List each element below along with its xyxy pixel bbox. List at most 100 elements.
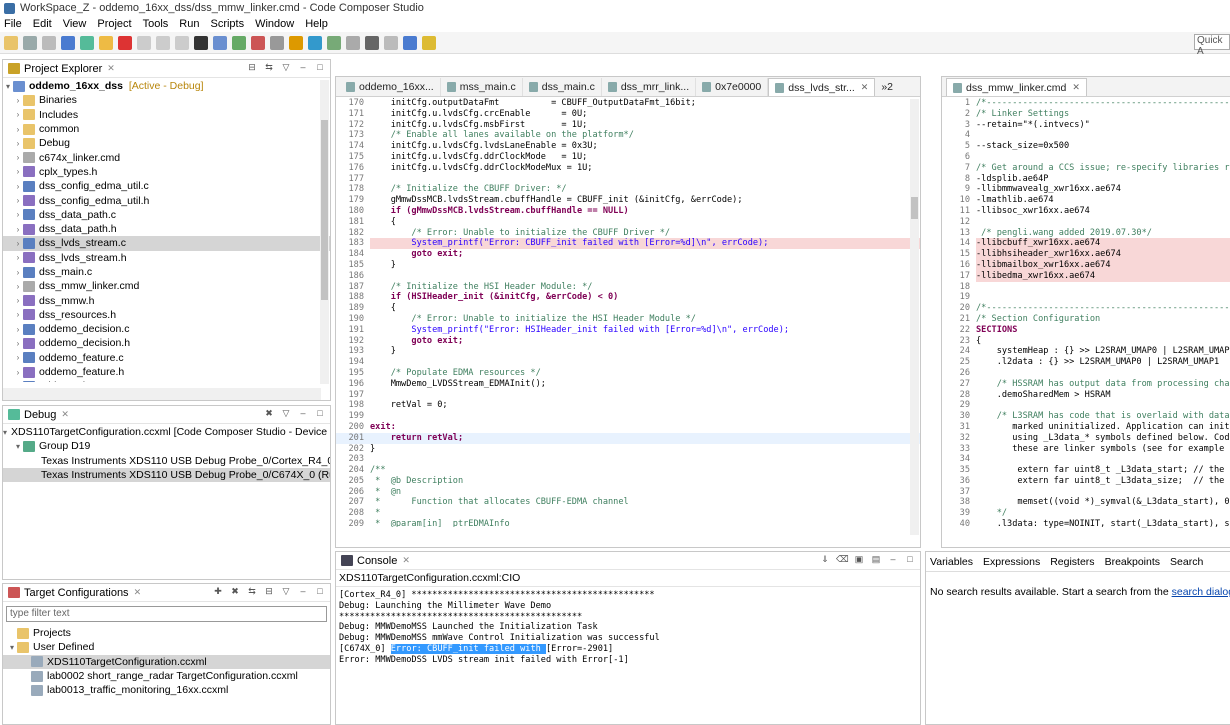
- expand-arrow-icon[interactable]: ›: [13, 239, 23, 248]
- project-item[interactable]: › dss_lvds_stream.h: [3, 251, 330, 265]
- projects-folder[interactable]: Projects: [3, 626, 330, 640]
- expand-arrow-icon[interactable]: ›: [13, 353, 23, 362]
- build-icon[interactable]: [289, 35, 303, 50]
- tab-registers[interactable]: Registers: [1050, 556, 1094, 568]
- quick-access-input[interactable]: Quick A: [1194, 34, 1230, 57]
- menu-scripts[interactable]: Scripts: [210, 18, 244, 30]
- step-over-icon[interactable]: [156, 35, 170, 50]
- settings-icon[interactable]: [327, 35, 341, 50]
- minimize-icon[interactable]: –: [297, 62, 309, 74]
- menu-view[interactable]: View: [63, 18, 87, 30]
- tab-variables[interactable]: Variables: [930, 556, 973, 568]
- project-explorer-title[interactable]: Project Explorer: [24, 63, 102, 75]
- ccxml-file[interactable]: XDS110TargetConfiguration.ccxml: [3, 654, 330, 669]
- maximize-icon[interactable]: □: [314, 62, 326, 74]
- scroll-thumb[interactable]: [321, 120, 328, 300]
- scroll-thumb[interactable]: [911, 197, 918, 219]
- code-area[interactable]: 170 initCfg.outputDataFmt = CBUFF_Output…: [336, 97, 920, 527]
- connect-icon[interactable]: [232, 35, 246, 50]
- scroll-lock-icon[interactable]: ⇓: [819, 554, 831, 566]
- run-icon[interactable]: [308, 35, 322, 50]
- close-icon[interactable]: ✕: [61, 409, 69, 420]
- debug-core-row[interactable]: Texas Instruments XDS110 USB Debug Probe…: [3, 454, 330, 468]
- tab-search[interactable]: Search: [1170, 556, 1203, 568]
- tab-breakpoints[interactable]: Breakpoints: [1105, 556, 1160, 568]
- pin-icon[interactable]: [422, 35, 436, 50]
- selected-text[interactable]: Error: CBUFF_init failed with: [390, 643, 546, 654]
- expand-arrow-icon[interactable]: ›: [13, 182, 23, 191]
- project-root[interactable]: ▾ oddemo_16xx_dss [Active - Debug]: [3, 79, 330, 93]
- minimize-icon[interactable]: –: [297, 586, 309, 598]
- step-return-icon[interactable]: [175, 35, 189, 50]
- project-item[interactable]: › dss_mmw_linker.cmd: [3, 279, 330, 293]
- menu-tools[interactable]: Tools: [143, 18, 169, 30]
- collapse-all-icon[interactable]: ⊟: [263, 586, 275, 598]
- link-editor-icon[interactable]: ⇆: [263, 62, 275, 74]
- expand-arrow-icon[interactable]: ›: [13, 196, 23, 205]
- horizontal-scrollbar[interactable]: [3, 388, 321, 400]
- view-menu-icon[interactable]: ▽: [280, 62, 292, 74]
- expand-arrow-icon[interactable]: ›: [13, 368, 23, 377]
- debug-group-row[interactable]: ▾ Group D19: [3, 439, 330, 453]
- step-into-icon[interactable]: [137, 35, 151, 50]
- debug-config-row[interactable]: ▾ XDS110TargetConfiguration.ccxml [Code C…: [3, 425, 330, 439]
- project-item[interactable]: › dss_resources.h: [3, 308, 330, 322]
- minimize-icon[interactable]: –: [297, 408, 309, 420]
- search-icon[interactable]: [403, 35, 417, 50]
- project-item[interactable]: › Binaries: [3, 93, 330, 107]
- project-item[interactable]: ›oddemo_heatmap.c: [3, 379, 330, 382]
- close-icon[interactable]: ✕: [861, 82, 869, 93]
- tab-memory[interactable]: 0x7e0000: [696, 78, 769, 96]
- terminate-icon[interactable]: [118, 35, 132, 50]
- minimize-icon[interactable]: –: [887, 554, 899, 566]
- project-item[interactable]: › dss_data_path.c: [3, 208, 330, 222]
- expand-arrow-icon[interactable]: ›: [13, 339, 23, 348]
- remove-all-icon[interactable]: ✖: [263, 408, 275, 420]
- hammer-icon[interactable]: [365, 35, 379, 50]
- ccxml-file[interactable]: lab0013_traffic_monitoring_16xx.ccxml: [3, 683, 330, 697]
- project-item[interactable]: › oddemo_decision.h: [3, 336, 330, 350]
- close-icon[interactable]: ✕: [1072, 82, 1080, 93]
- expand-arrow-icon[interactable]: ›: [13, 253, 23, 262]
- expand-arrow-icon[interactable]: ›: [13, 296, 23, 305]
- project-item[interactable]: › Includes: [3, 108, 330, 122]
- save-all-icon[interactable]: [42, 35, 56, 50]
- collapse-arrow-icon[interactable]: ▾: [3, 428, 7, 437]
- project-item[interactable]: › Debug: [3, 136, 330, 150]
- linker-code-area[interactable]: 1 /*-------------------------------------…: [942, 97, 1230, 537]
- expand-arrow-icon[interactable]: ›: [13, 282, 23, 291]
- tab-dss-mmw-linker[interactable]: dss_mmw_linker.cmd ✕: [946, 78, 1087, 96]
- debug-core-row[interactable]: Texas Instruments XDS110 USB Debug Probe…: [3, 467, 330, 483]
- collapse-all-icon[interactable]: ⊟: [246, 62, 258, 74]
- menu-project[interactable]: Project: [97, 18, 131, 30]
- user-defined-folder[interactable]: ▾ User Defined: [3, 640, 330, 654]
- view-menu-icon[interactable]: ▽: [280, 408, 292, 420]
- maximize-icon[interactable]: □: [314, 408, 326, 420]
- project-item[interactable]: › dss_mmw.h: [3, 293, 330, 307]
- expand-arrow-icon[interactable]: ›: [13, 139, 23, 148]
- project-item[interactable]: › oddemo_decision.c: [3, 322, 330, 336]
- project-item[interactable]: › cplx_types.h: [3, 165, 330, 179]
- tab-dss-mrr-linker[interactable]: dss_mrr_link...: [602, 78, 697, 96]
- tab-dss-lvds-stream[interactable]: dss_lvds_str... ✕: [768, 78, 876, 96]
- expand-arrow-icon[interactable]: ›: [13, 110, 23, 119]
- expand-arrow-icon[interactable]: ›: [13, 325, 23, 334]
- editor-scrollbar[interactable]: [910, 99, 919, 535]
- view-menu-icon[interactable]: ▽: [280, 586, 292, 598]
- debug-window-icon[interactable]: [61, 35, 75, 50]
- display-console-icon[interactable]: ▣: [853, 554, 865, 566]
- menu-edit[interactable]: Edit: [33, 18, 52, 30]
- open-console-icon[interactable]: ▤: [870, 554, 882, 566]
- new-icon[interactable]: [4, 35, 18, 50]
- debug-title[interactable]: Debug: [24, 409, 56, 421]
- expand-arrow-icon[interactable]: ›: [13, 225, 23, 234]
- menu-help[interactable]: Help: [305, 18, 328, 30]
- ccxml-file[interactable]: lab0002 short_range_radar TargetConfigur…: [3, 669, 330, 683]
- menu-run[interactable]: Run: [179, 18, 199, 30]
- expand-arrow-icon[interactable]: ›: [13, 210, 23, 219]
- tools-icon[interactable]: [270, 35, 284, 50]
- delete-icon[interactable]: ✖: [229, 586, 241, 598]
- collapse-arrow-icon[interactable]: ▾: [3, 82, 13, 91]
- tab-overflow[interactable]: »2: [875, 78, 899, 96]
- project-item[interactable]: › dss_config_edma_util.h: [3, 193, 330, 207]
